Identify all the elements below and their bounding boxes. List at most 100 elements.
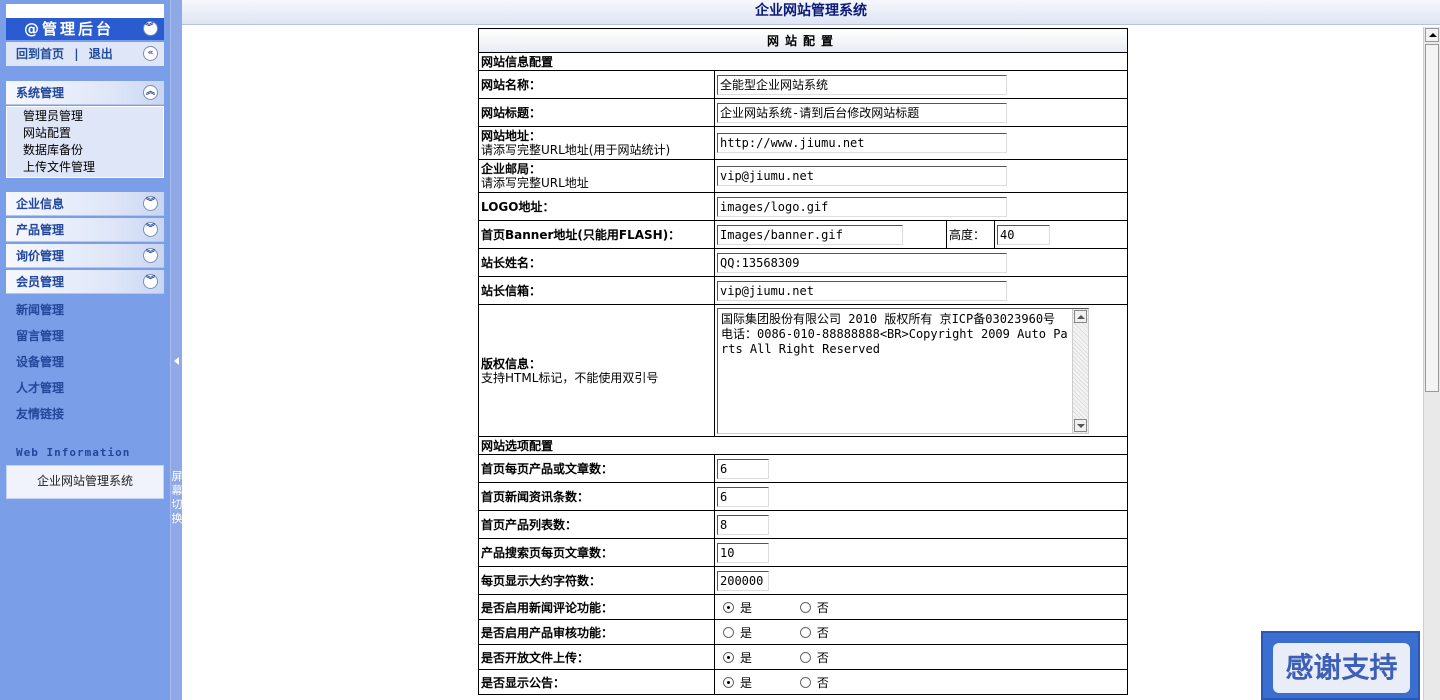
product-audit-label: 是否启用产品审核功能： bbox=[478, 619, 715, 645]
search-per-page-label: 产品搜索页每页文章数： bbox=[478, 538, 715, 567]
sidebar-section-product[interactable]: 产品管理 ︾ bbox=[6, 218, 164, 242]
sidebar-item-news[interactable]: 新闻管理 bbox=[16, 301, 64, 318]
product-cols-label: 首页产品列表数： bbox=[478, 510, 715, 539]
sidebar-item-equipment[interactable]: 设备管理 bbox=[16, 353, 64, 370]
max-chars-label: 每页显示大约字符数： bbox=[478, 566, 715, 595]
chevron-down-icon[interactable]: ︾ bbox=[143, 274, 158, 289]
site-mail-input[interactable] bbox=[717, 166, 1007, 186]
sidebar-top-strip bbox=[6, 4, 164, 18]
copyright-text[interactable]: 国际集团股份有限公司 2010 版权所有 京ICP备03023960号 电话：0… bbox=[721, 312, 1071, 357]
sidebar-item-site-config[interactable]: 网站配置 bbox=[23, 125, 163, 142]
group-site-options: 网站选项配置 bbox=[478, 436, 1128, 455]
site-url-label-cell: 网站地址： 请添写完整URL地址(用于网站统计) bbox=[478, 126, 715, 160]
radio-no[interactable] bbox=[799, 626, 811, 638]
textarea-scrollbar[interactable] bbox=[1072, 308, 1088, 433]
show-notice-options: 是 否 bbox=[714, 669, 1128, 695]
owner-mail-label: 站长信箱： bbox=[478, 276, 715, 305]
copyright-hint: 支持HTML标记，不能使用双引号 bbox=[481, 370, 659, 385]
file-upload-label: 是否开放文件上传： bbox=[478, 644, 715, 670]
collapse-arrow-icon[interactable] bbox=[174, 357, 179, 365]
sidebar-item-upload-files[interactable]: 上传文件管理 bbox=[23, 159, 163, 176]
radio-yes[interactable] bbox=[723, 651, 734, 663]
radio-yes[interactable] bbox=[723, 676, 734, 688]
page-title: 企业网站管理系统 bbox=[182, 0, 1440, 25]
sidebar-section-label: 会员管理 bbox=[16, 275, 65, 289]
chevron-up-icon[interactable]: ︽ bbox=[143, 85, 158, 100]
chevron-down-icon[interactable]: ︾ bbox=[143, 21, 158, 36]
site-title-input[interactable] bbox=[717, 102, 1007, 123]
chevron-down-icon[interactable]: ︾ bbox=[143, 196, 158, 211]
scroll-down-icon[interactable] bbox=[1074, 418, 1087, 432]
logout-link[interactable]: 退出 bbox=[89, 47, 113, 61]
chevron-down-icon[interactable]: ︾ bbox=[143, 222, 158, 237]
site-url-input[interactable] bbox=[717, 133, 1007, 153]
web-info-box: 企业网站管理系统 bbox=[6, 465, 164, 499]
sidebar: @管理后台 ︾ 回到首页 | 退出 « 系统管理 ︽ 管理员管理 网站配置 数据… bbox=[0, 0, 170, 700]
per-page-label: 首页每页产品或文章数： bbox=[478, 454, 715, 483]
sidebar-item-db-backup[interactable]: 数据库备份 bbox=[23, 142, 163, 159]
per-page-input[interactable] bbox=[717, 458, 769, 479]
home-link[interactable]: 回到首页 bbox=[16, 47, 64, 61]
owner-name-input[interactable] bbox=[717, 252, 1007, 273]
product-audit-options: 是 否 bbox=[714, 619, 1128, 645]
sidebar-section-label: 系统管理 bbox=[16, 86, 65, 100]
sidebar-section-system[interactable]: 系统管理 ︽ bbox=[6, 81, 164, 105]
sidebar-section-inquiry[interactable]: 询价管理 ︾ bbox=[6, 244, 164, 268]
screen-toggle-label: 屏幕切换 bbox=[171, 470, 183, 525]
sidebar-item-talent[interactable]: 人才管理 bbox=[16, 379, 64, 396]
radio-no-label: 否 bbox=[816, 600, 829, 615]
radio-yes-label: 是 bbox=[740, 600, 753, 615]
radio-yes-label: 是 bbox=[740, 650, 753, 665]
sidebar-section-company[interactable]: 企业信息 ︾ bbox=[6, 192, 164, 216]
news-count-input[interactable] bbox=[717, 486, 769, 507]
sidebar-system-menu: 管理员管理 网站配置 数据库备份 上传文件管理 bbox=[6, 106, 164, 178]
radio-no-label: 否 bbox=[816, 650, 829, 665]
page-scrollbar[interactable] bbox=[1423, 27, 1440, 700]
owner-mail-input[interactable] bbox=[717, 280, 1007, 301]
show-notice-label: 是否显示公告： bbox=[478, 669, 715, 695]
site-title-label: 网站标题： bbox=[478, 98, 715, 127]
scroll-thumb[interactable] bbox=[1425, 44, 1439, 392]
banner-input[interactable] bbox=[717, 224, 903, 245]
site-mail-hint: 请添写完整URL地址 bbox=[481, 176, 589, 190]
radio-no[interactable] bbox=[799, 601, 811, 613]
copyright-label: 版权信息： bbox=[481, 356, 542, 371]
sidebar-item-friend-links[interactable]: 友情链接 bbox=[16, 405, 64, 422]
banner-height-input[interactable] bbox=[997, 224, 1050, 245]
web-info-title: Web Information bbox=[16, 446, 131, 459]
chevron-left-icon[interactable]: « bbox=[143, 46, 158, 61]
max-chars-input[interactable] bbox=[717, 570, 769, 591]
news-comment-options: 是 否 bbox=[714, 594, 1128, 620]
sidebar-item-messages[interactable]: 留言管理 bbox=[16, 327, 64, 344]
site-url-hint: 请添写完整URL地址(用于网站统计) bbox=[481, 143, 671, 157]
thanks-badge[interactable]: 感谢支持 bbox=[1261, 631, 1420, 700]
link-separator: | bbox=[74, 47, 79, 61]
radio-yes[interactable] bbox=[723, 626, 734, 638]
scroll-up-icon[interactable] bbox=[1425, 28, 1439, 42]
site-name-input[interactable] bbox=[717, 74, 1007, 95]
sidebar-section-label: 询价管理 bbox=[16, 249, 65, 263]
product-cols-input[interactable] bbox=[717, 514, 769, 535]
copyright-label-cell: 版权信息： 支持HTML标记，不能使用双引号 bbox=[478, 304, 715, 437]
banner-height-label: 高度： bbox=[946, 220, 995, 249]
search-per-page-input[interactable] bbox=[717, 542, 769, 563]
radio-no[interactable] bbox=[799, 651, 811, 663]
banner-label: 首页Banner地址(只能用FLASH)： bbox=[478, 220, 715, 249]
radio-yes-label: 是 bbox=[740, 675, 753, 690]
radio-no-label: 否 bbox=[816, 675, 829, 690]
sidebar-section-label: 产品管理 bbox=[16, 223, 65, 237]
copyright-textarea[interactable]: 国际集团股份有限公司 2010 版权所有 京ICP备03023960号 电话：0… bbox=[717, 307, 1089, 434]
scroll-up-icon[interactable] bbox=[1074, 309, 1087, 323]
screen-toggle-bar[interactable]: 屏幕切换 bbox=[170, 0, 183, 700]
file-upload-options: 是 否 bbox=[714, 644, 1128, 670]
site-mail-label-cell: 企业邮局： 请添写完整URL地址 bbox=[478, 159, 715, 193]
radio-yes[interactable] bbox=[723, 601, 734, 613]
logo-input[interactable] bbox=[717, 196, 1007, 217]
news-comment-label: 是否启用新闻评论功能： bbox=[478, 594, 715, 620]
sidebar-item-admin[interactable]: 管理员管理 bbox=[23, 108, 163, 125]
radio-yes-label: 是 bbox=[740, 625, 753, 640]
chevron-down-icon[interactable]: ︾ bbox=[143, 248, 158, 263]
radio-no[interactable] bbox=[799, 676, 811, 688]
sidebar-section-member[interactable]: 会员管理 ︾ bbox=[6, 270, 164, 294]
site-config-table: 网站配置 网站信息配置 网站名称： 网站标题： 网站地址： 请添写完整URL地址… bbox=[478, 28, 1128, 695]
